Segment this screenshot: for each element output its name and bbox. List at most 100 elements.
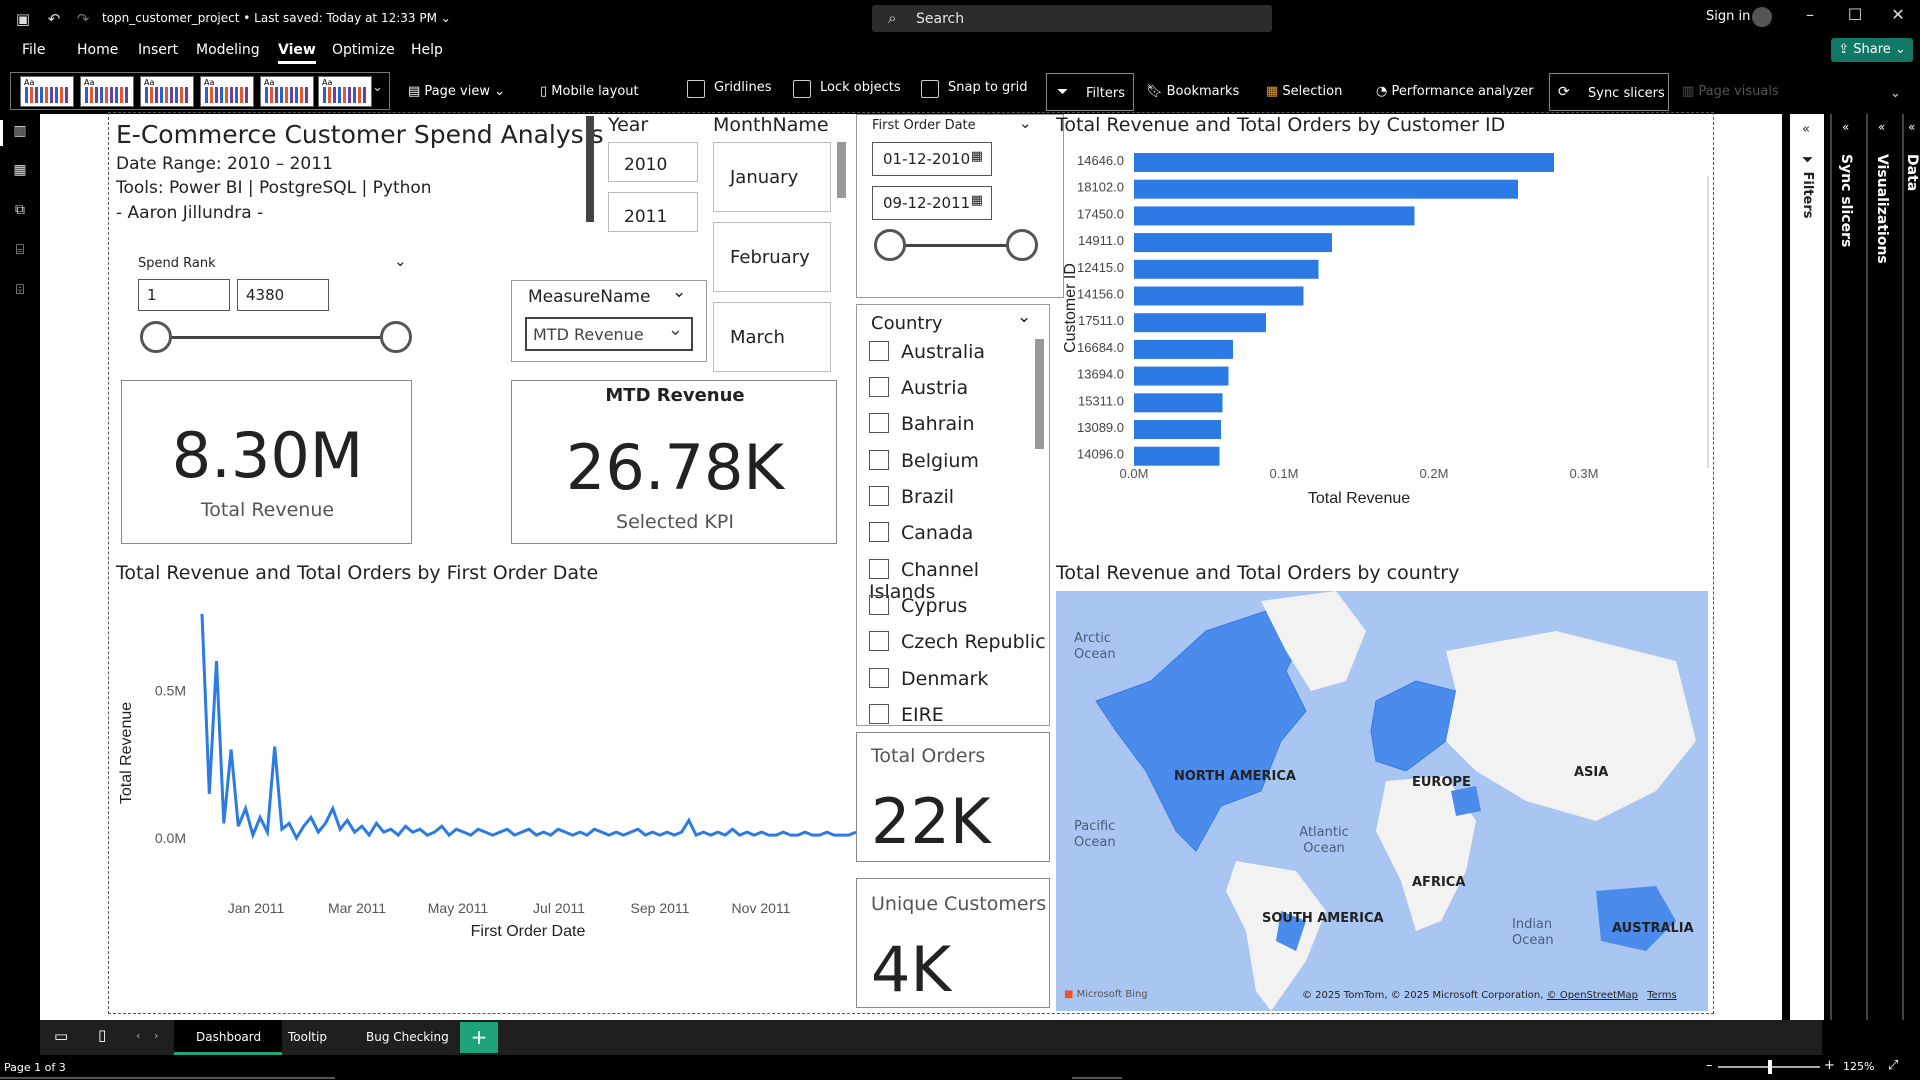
avatar-icon[interactable] bbox=[1752, 7, 1772, 27]
add-page-button[interactable]: + bbox=[460, 1022, 498, 1053]
theme-thumbnail[interactable]: Aa bbox=[80, 76, 134, 107]
month-tile[interactable]: March bbox=[713, 302, 831, 372]
chevron-down-icon[interactable]: ⌄ bbox=[1890, 86, 1901, 101]
chevron-down-icon[interactable]: ⌄ bbox=[372, 80, 383, 95]
country-option[interactable]: Canada bbox=[869, 522, 973, 544]
theme-thumbnail[interactable]: Aa bbox=[140, 76, 194, 107]
filters-pane-button[interactable]: ⏷ Filters bbox=[1046, 73, 1134, 111]
redo-icon[interactable]: ↷ bbox=[72, 8, 94, 30]
report-view-icon[interactable]: ▥ bbox=[10, 123, 30, 141]
month-slicer-scrollbar[interactable] bbox=[837, 142, 846, 198]
tab-dashboard[interactable]: Dashboard bbox=[174, 1020, 282, 1055]
total-revenue-card[interactable]: 8.30M Total Revenue bbox=[121, 380, 412, 544]
spend-rank-slider-track[interactable] bbox=[154, 336, 392, 339]
snap-to-grid-checkbox[interactable] bbox=[921, 80, 939, 98]
undo-icon[interactable]: ↶ bbox=[43, 8, 65, 30]
menu-insert[interactable]: Insert bbox=[138, 42, 178, 58]
menu-help[interactable]: Help bbox=[411, 42, 443, 58]
revenue-map[interactable]: Arctic Ocean NORTH AMERICA EUROPE ASIA P… bbox=[1056, 591, 1708, 1011]
desktop-layout-icon[interactable]: ▭ bbox=[54, 1027, 68, 1045]
country-option[interactable]: Austria bbox=[869, 377, 968, 399]
spend-rank-slider-max-handle[interactable] bbox=[380, 321, 412, 353]
country-option[interactable]: Bahrain bbox=[869, 413, 975, 435]
zoom-out-button[interactable]: – bbox=[1706, 1058, 1713, 1073]
start-date-input[interactable]: 01-12-2010 ▦ bbox=[872, 142, 992, 176]
chevron-left-icon[interactable]: « bbox=[1878, 120, 1885, 134]
performance-analyzer-button[interactable]: ◔ Performance analyzer bbox=[1376, 84, 1534, 99]
checkbox[interactable] bbox=[869, 341, 889, 361]
zoom-slider-handle[interactable] bbox=[1768, 1060, 1772, 1074]
theme-thumbnail[interactable]: Aa bbox=[318, 76, 372, 107]
tmdl-view-icon[interactable]: ⌹ bbox=[10, 282, 30, 300]
country-option[interactable]: Czech Republic bbox=[869, 631, 1046, 653]
date-slider-end-handle[interactable] bbox=[1006, 229, 1038, 261]
country-option[interactable]: EIRE bbox=[869, 704, 944, 725]
country-option[interactable]: Australia bbox=[869, 341, 985, 363]
data-pane-label[interactable]: Data bbox=[1904, 154, 1920, 191]
visualizations-pane-label[interactable]: Visualizations bbox=[1874, 154, 1890, 264]
year-tile[interactable]: 2010 bbox=[608, 142, 698, 182]
mobile-layout-icon[interactable]: ▯ bbox=[98, 1026, 106, 1044]
tab-tooltip[interactable]: Tooltip bbox=[288, 1030, 327, 1044]
model-view-icon[interactable]: ⧉ bbox=[10, 202, 30, 220]
fit-to-page-icon[interactable]: ⤢ bbox=[1888, 1058, 1898, 1073]
checkbox[interactable] bbox=[869, 522, 889, 542]
country-option[interactable]: Denmark bbox=[869, 668, 988, 690]
sync-slicers-button[interactable]: ⟳ Sync slicers bbox=[1549, 73, 1669, 111]
country-option[interactable]: Cyprus bbox=[869, 595, 967, 617]
close-icon[interactable]: ✕ bbox=[1883, 5, 1913, 24]
tab-bug-checking[interactable]: Bug Checking bbox=[366, 1030, 449, 1044]
measure-dropdown[interactable]: MTD Revenue ⌄ bbox=[525, 317, 693, 351]
filters-pane-collapsed[interactable]: « ⏷ Filters bbox=[1790, 114, 1824, 1020]
checkbox[interactable] bbox=[869, 486, 889, 506]
checkbox[interactable] bbox=[869, 377, 889, 397]
window-title[interactable]: topn_customer_project • Last saved: Toda… bbox=[102, 11, 451, 25]
spend-rank-min-input[interactable]: 1 bbox=[138, 279, 230, 311]
menu-view[interactable]: View bbox=[278, 42, 316, 64]
date-slider-start-handle[interactable] bbox=[874, 229, 906, 261]
spend-rank-slider-min-handle[interactable] bbox=[140, 321, 172, 353]
checkbox[interactable] bbox=[869, 450, 889, 470]
terms-link[interactable]: Terms bbox=[1647, 990, 1676, 1001]
chevron-down-icon[interactable]: ⌄ bbox=[1017, 307, 1031, 327]
unique-customers-card[interactable]: Unique Customers 4K bbox=[856, 878, 1050, 1008]
chevron-down-icon[interactable]: ⌄ bbox=[394, 252, 407, 270]
lock-objects-checkbox[interactable] bbox=[793, 80, 811, 98]
sign-in-link[interactable]: Sign in bbox=[1706, 9, 1750, 24]
maximize-icon[interactable]: ☐ bbox=[1840, 5, 1870, 24]
search-input[interactable]: ⌕ Search bbox=[872, 5, 1272, 32]
menu-file[interactable]: File bbox=[22, 42, 45, 58]
total-orders-card[interactable]: Total Orders 22K bbox=[856, 732, 1050, 862]
revenue-by-date-line-chart[interactable]: 0.0M 0.5M Jan 2011 Mar 2011 May 2011 Jul 2011… bbox=[116, 588, 876, 1014]
gridlines-checkbox[interactable] bbox=[687, 80, 705, 98]
year-tile[interactable]: 2011 bbox=[608, 192, 698, 232]
theme-thumbnail[interactable]: Aa bbox=[20, 76, 74, 107]
table-view-icon[interactable]: ▦ bbox=[10, 162, 30, 180]
share-button[interactable]: ⇪ Share ⌄ bbox=[1831, 38, 1913, 62]
previous-page-icon[interactable]: ‹ bbox=[136, 1029, 140, 1042]
selected-kpi-card[interactable]: MTD Revenue 26.78K Selected KPI bbox=[511, 380, 837, 544]
theme-thumbnail[interactable]: Aa bbox=[200, 76, 254, 107]
end-date-input[interactable]: 09-12-2011 ▦ bbox=[872, 186, 992, 220]
country-option[interactable]: Brazil bbox=[869, 486, 954, 508]
selection-button[interactable]: ▦ Selection bbox=[1266, 84, 1342, 99]
menu-modeling[interactable]: Modeling bbox=[196, 42, 260, 58]
sync-slicers-pane-label[interactable]: Sync slicers bbox=[1838, 154, 1854, 247]
checkbox[interactable] bbox=[869, 559, 889, 579]
bookmarks-button[interactable]: 🔖︎ Bookmarks bbox=[1146, 84, 1239, 99]
minimize-icon[interactable]: – bbox=[1795, 5, 1825, 24]
month-tile[interactable]: January bbox=[713, 142, 831, 212]
month-tile[interactable]: February bbox=[713, 222, 831, 292]
dax-query-icon[interactable]: ⌸ bbox=[10, 242, 30, 260]
year-slicer-scrollbar[interactable] bbox=[586, 116, 594, 222]
zoom-in-button[interactable]: + bbox=[1824, 1058, 1835, 1073]
spend-rank-max-input[interactable]: 4380 bbox=[237, 279, 329, 311]
country-slicer-scrollbar[interactable] bbox=[1035, 339, 1044, 449]
country-option[interactable]: Belgium bbox=[869, 450, 979, 472]
page-view-button[interactable]: ▤ Page view ⌄ bbox=[408, 84, 505, 99]
menu-home[interactable]: Home bbox=[77, 42, 118, 58]
mobile-layout-button[interactable]: ▯ Mobile layout bbox=[540, 84, 639, 99]
chevron-left-icon[interactable]: « bbox=[1908, 120, 1915, 134]
chevron-left-icon[interactable]: « bbox=[1802, 122, 1810, 137]
save-icon[interactable]: ▣ bbox=[12, 8, 34, 30]
